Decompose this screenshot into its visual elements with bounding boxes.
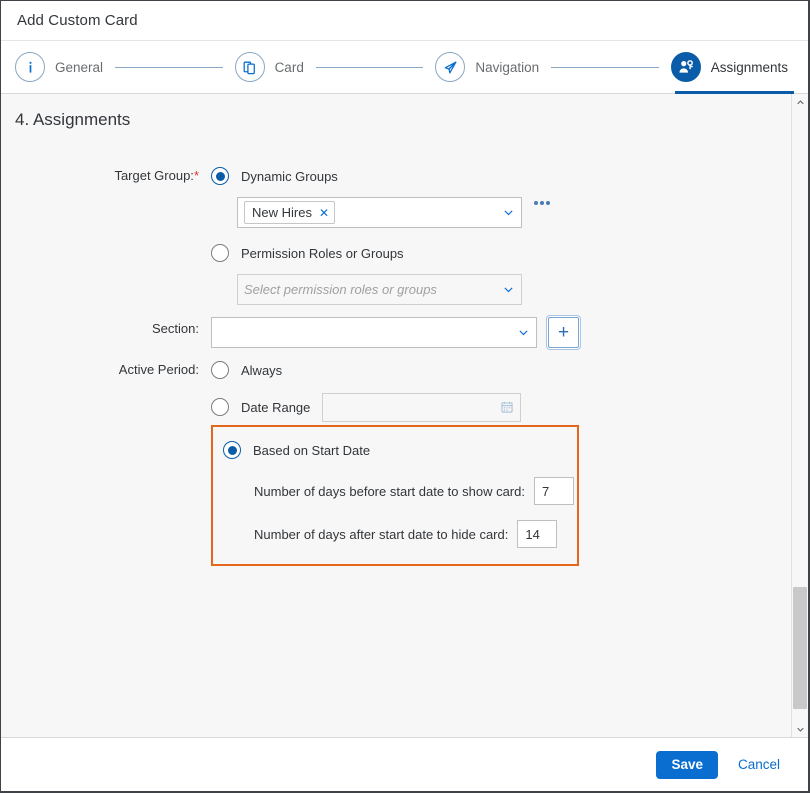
wizard-step-label: Assignments — [710, 59, 788, 75]
dialog-footer: Save Cancel — [1, 738, 808, 791]
wizard-connector — [315, 66, 424, 68]
user-key-icon — [670, 52, 701, 82]
dialog-content-area: 4. Assignments Target Group:* Dynamic Gr… — [1, 94, 808, 738]
radio-date-range-control[interactable] — [211, 398, 229, 416]
info-icon — [15, 52, 45, 82]
chevron-down-icon[interactable] — [516, 326, 530, 340]
token-new-hires[interactable]: New Hires ✕ — [244, 201, 336, 224]
assignments-form: Target Group:* Dynamic Groups New Hires … — [1, 164, 791, 566]
permission-roles-input[interactable]: Select permission roles or groups — [237, 274, 522, 305]
assignments-form-panel: 4. Assignments Target Group:* Dynamic Gr… — [1, 94, 791, 737]
days-before-row: Number of days before start date to show… — [223, 477, 577, 505]
dialog-title: Add Custom Card — [17, 12, 138, 29]
close-icon[interactable]: ✕ — [319, 207, 329, 219]
radio-based-on-start-date[interactable]: Based on Start Date — [223, 438, 577, 462]
wizard-steps: General Card Navigation Assignments — [1, 41, 808, 94]
radio-permission-roles-label: Permission Roles or Groups — [241, 245, 404, 261]
wizard-step-general[interactable]: General — [15, 41, 103, 94]
copy-icon — [234, 52, 265, 82]
paper-plane-icon — [435, 52, 466, 82]
radio-date-range-label: Date Range — [241, 399, 311, 415]
chevron-down-icon[interactable] — [501, 283, 515, 297]
active-period-row: Active Period: Always Date Range Based o… — [1, 358, 791, 566]
wizard-step-label: Card — [274, 59, 304, 75]
add-section-button[interactable]: + — [548, 317, 579, 348]
wizard-connector — [551, 66, 659, 68]
target-group-label: Target Group:* — [1, 164, 211, 183]
save-button[interactable]: Save — [656, 750, 718, 779]
content-scrollbar[interactable] — [791, 94, 808, 737]
cancel-button[interactable]: Cancel — [730, 751, 788, 779]
days-after-label: Number of days after start date to hide … — [254, 526, 509, 542]
plus-icon: + — [557, 322, 570, 343]
section-select[interactable] — [211, 317, 537, 348]
radio-dynamic-groups-label: Dynamic Groups — [241, 168, 338, 184]
radio-dynamic-groups[interactable]: Dynamic Groups — [211, 164, 791, 188]
days-before-input[interactable]: 7 — [533, 477, 574, 505]
scroll-down-arrow-icon[interactable] — [792, 721, 808, 737]
days-after-input[interactable]: 14 — [517, 520, 558, 548]
days-before-label: Number of days before start date to show… — [254, 483, 525, 499]
section-label: Section: — [152, 321, 199, 336]
radio-dynamic-groups-control[interactable] — [211, 167, 229, 185]
target-group-row: Target Group:* Dynamic Groups New Hires … — [1, 164, 791, 305]
wizard-step-label: Navigation — [475, 59, 540, 75]
scrollbar-track[interactable] — [792, 110, 808, 721]
ellipsis-dot — [534, 201, 538, 205]
scroll-up-arrow-icon[interactable] — [792, 94, 808, 110]
wizard-step-assignments[interactable]: Assignments — [670, 41, 794, 94]
add-custom-card-dialog: Add Custom Card General Card Navigation … — [0, 0, 810, 793]
days-after-row: Number of days after start date to hide … — [223, 520, 577, 548]
required-asterisk: * — [193, 168, 199, 183]
radio-permission-roles[interactable]: Permission Roles or Groups — [211, 241, 791, 265]
target-group-label-text: Target Group: — [114, 168, 194, 183]
permission-roles-placeholder: Select permission roles or groups — [244, 282, 437, 297]
radio-always-label: Always — [241, 362, 283, 378]
wizard-step-label: General — [55, 59, 104, 75]
calendar-icon[interactable] — [500, 400, 514, 414]
active-period-label: Active Period: — [118, 362, 199, 377]
radio-permission-roles-control[interactable] — [211, 244, 229, 262]
date-range-input[interactable] — [322, 392, 522, 422]
wizard-step-card[interactable]: Card — [234, 41, 304, 94]
wizard-step-navigation[interactable]: Navigation — [435, 41, 539, 94]
page-title: 4. Assignments — [15, 110, 131, 129]
section-row: Section: + — [1, 317, 791, 348]
ellipsis-dot — [540, 201, 544, 205]
radio-always-control[interactable] — [211, 361, 229, 379]
radio-always[interactable]: Always — [211, 358, 791, 382]
ellipsis-dot — [546, 201, 550, 205]
scrollbar-thumb[interactable] — [793, 586, 807, 709]
wizard-connector — [115, 66, 223, 68]
radio-based-on-start-date-control[interactable] — [223, 441, 241, 459]
dialog-titlebar: Add Custom Card — [1, 1, 808, 41]
based-on-start-date-panel: Based on Start Date Number of days befor… — [211, 425, 579, 566]
radio-based-on-start-date-label: Based on Start Date — [253, 442, 371, 458]
dynamic-groups-input[interactable]: New Hires ✕ — [237, 197, 522, 228]
value-help-ellipsis-button[interactable] — [534, 197, 550, 205]
token-label: New Hires — [252, 205, 312, 220]
chevron-down-icon[interactable] — [501, 206, 515, 220]
radio-date-range[interactable]: Date Range — [211, 392, 791, 422]
